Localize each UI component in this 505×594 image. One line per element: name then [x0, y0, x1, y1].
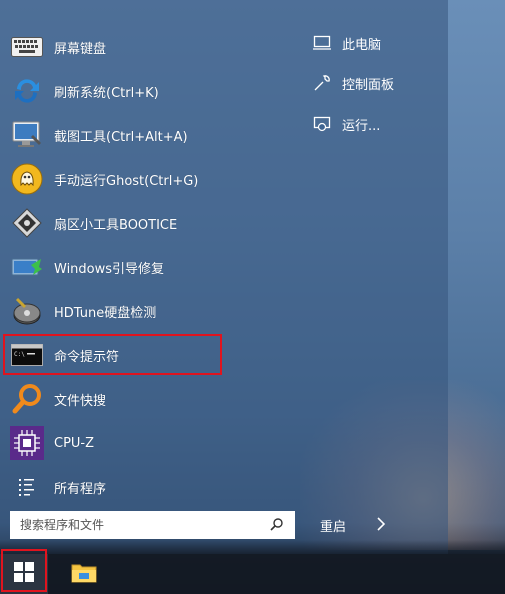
app-item-cpuz[interactable]: CPU-Z [10, 423, 300, 463]
right-item-this-pc[interactable]: 此电脑 [312, 31, 381, 55]
app-label: HDTune硬盘检测 [54, 305, 157, 321]
disk-tool-icon [10, 206, 44, 240]
app-item-refresh-system[interactable]: 刷新系统(Ctrl+K) [10, 71, 300, 111]
refresh-icon [10, 74, 44, 108]
all-programs-icon [10, 470, 44, 504]
file-explorer-button[interactable] [60, 554, 108, 594]
run-icon [312, 114, 332, 134]
app-label: 所有程序 [54, 481, 107, 497]
search-box[interactable] [10, 511, 295, 539]
computer-icon [312, 33, 332, 53]
app-label: 文件快搜 [54, 393, 107, 409]
right-item-label: 控制面板 [342, 77, 395, 93]
right-item-control-panel[interactable]: 控制面板 [312, 71, 394, 95]
hdtune-icon [10, 294, 44, 328]
app-item-bootice[interactable]: 扇区小工具BOOTICE [10, 203, 300, 243]
keyboard-icon [10, 30, 44, 64]
all-programs-button[interactable]: 所有程序 [10, 467, 300, 507]
app-label: 扇区小工具BOOTICE [54, 217, 178, 233]
start-menu: 屏幕键盘 刷新系统(Ctrl+K) 截图工具(Ctrl+Alt+A) 手动运行G… [0, 0, 448, 554]
taskbar [0, 554, 505, 594]
app-item-file-search[interactable]: 文件快搜 [10, 379, 300, 419]
app-item-hdtune[interactable]: HDTune硬盘检测 [10, 291, 300, 331]
app-item-ghost[interactable]: 手动运行Ghost(Ctrl+G) [10, 159, 300, 199]
search-icon[interactable] [269, 517, 285, 533]
app-list: 屏幕键盘 刷新系统(Ctrl+K) 截图工具(Ctrl+Alt+A) 手动运行G… [0, 0, 300, 510]
app-label: Windows引导修复 [54, 261, 165, 277]
search-input[interactable] [20, 518, 260, 532]
right-item-label: 此电脑 [342, 37, 382, 53]
boot-repair-icon [10, 250, 44, 284]
app-item-keyboard[interactable]: 屏幕键盘 [10, 27, 300, 67]
wrench-icon [312, 73, 332, 93]
app-label: 屏幕键盘 [54, 41, 107, 57]
app-label: CPU-Z [54, 435, 95, 451]
app-item-screenshot[interactable]: 截图工具(Ctrl+Alt+A) [10, 115, 300, 155]
cmd-highlight-annotation [3, 334, 222, 375]
app-item-boot-repair[interactable]: Windows引导修复 [10, 247, 300, 287]
folder-icon [71, 561, 97, 587]
app-label: 刷新系统(Ctrl+K) [54, 85, 159, 101]
restart-label: 重启 [320, 519, 347, 535]
desktop-ground [0, 540, 505, 554]
chevron-right-icon[interactable] [376, 516, 386, 535]
right-item-run[interactable]: 运行... [312, 112, 380, 136]
restart-button[interactable]: 重启 [320, 513, 386, 537]
ghost-icon [10, 162, 44, 196]
search-file-icon [10, 382, 44, 416]
screenshot-icon [10, 118, 44, 152]
app-label: 截图工具(Ctrl+Alt+A) [54, 129, 188, 145]
app-label: 手动运行Ghost(Ctrl+G) [54, 173, 199, 189]
right-item-label: 运行... [342, 118, 381, 134]
start-button-highlight-annotation [1, 549, 47, 592]
cpu-icon [10, 426, 44, 460]
